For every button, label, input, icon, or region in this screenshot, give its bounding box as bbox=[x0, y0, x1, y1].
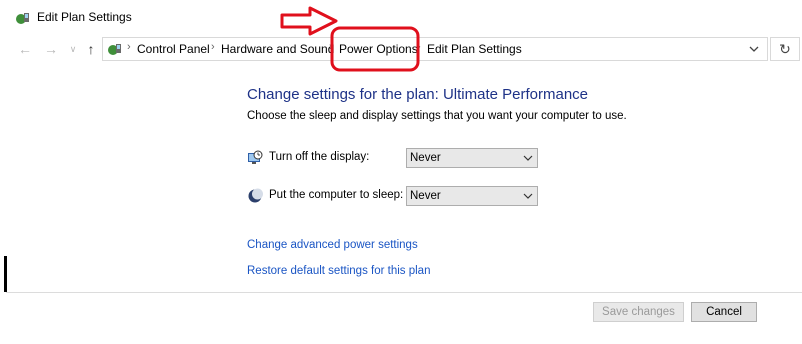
display-setting-label: Turn off the display: bbox=[269, 151, 370, 163]
window-title: Edit Plan Settings bbox=[37, 10, 132, 24]
back-arrow-icon[interactable]: ← bbox=[16, 40, 34, 58]
annotation-highlight-box bbox=[330, 26, 420, 72]
recent-locations-chevron-icon[interactable]: ∨ bbox=[64, 40, 82, 58]
control-panel-icon bbox=[108, 44, 121, 55]
breadcrumb-control-panel[interactable]: Control Panel bbox=[137, 42, 210, 56]
moon-sleep-icon bbox=[248, 188, 263, 203]
address-bar[interactable]: › Control Panel › Hardware and Sound › P… bbox=[102, 37, 768, 61]
monitor-clock-icon bbox=[248, 150, 263, 164]
footer-divider bbox=[6, 292, 802, 293]
chevron-down-icon bbox=[523, 155, 533, 161]
up-arrow-icon[interactable]: ↑ bbox=[82, 40, 100, 58]
refresh-icon: ↻ bbox=[779, 41, 791, 57]
save-changes-button[interactable]: Save changes bbox=[593, 302, 684, 322]
window-edge bbox=[4, 256, 7, 292]
sleep-setting-label: Put the computer to sleep: bbox=[269, 189, 404, 201]
cancel-button[interactable]: Cancel bbox=[691, 302, 757, 322]
sleep-timeout-select[interactable]: Never bbox=[406, 186, 538, 206]
breadcrumb-edit-plan-settings[interactable]: Edit Plan Settings bbox=[427, 42, 522, 56]
restore-defaults-link[interactable]: Restore default settings for this plan bbox=[247, 265, 430, 277]
page-description: Choose the sleep and display settings th… bbox=[247, 110, 627, 122]
breadcrumb-separator-icon: › bbox=[211, 41, 215, 53]
power-options-icon bbox=[16, 13, 29, 24]
advanced-power-settings-link[interactable]: Change advanced power settings bbox=[247, 239, 418, 251]
address-dropdown-chevron-icon[interactable] bbox=[747, 41, 761, 57]
refresh-button[interactable]: ↻ bbox=[770, 37, 800, 61]
chevron-down-icon bbox=[523, 193, 533, 199]
breadcrumb-hardware-and-sound[interactable]: Hardware and Sound bbox=[221, 42, 334, 56]
display-timeout-value: Never bbox=[410, 152, 441, 164]
display-timeout-select[interactable]: Never bbox=[406, 148, 538, 168]
forward-arrow-icon[interactable]: → bbox=[42, 40, 60, 58]
page-title: Change settings for the plan: Ultimate P… bbox=[247, 86, 589, 103]
sleep-timeout-value: Never bbox=[410, 190, 441, 202]
breadcrumb-separator-icon: › bbox=[127, 41, 131, 53]
